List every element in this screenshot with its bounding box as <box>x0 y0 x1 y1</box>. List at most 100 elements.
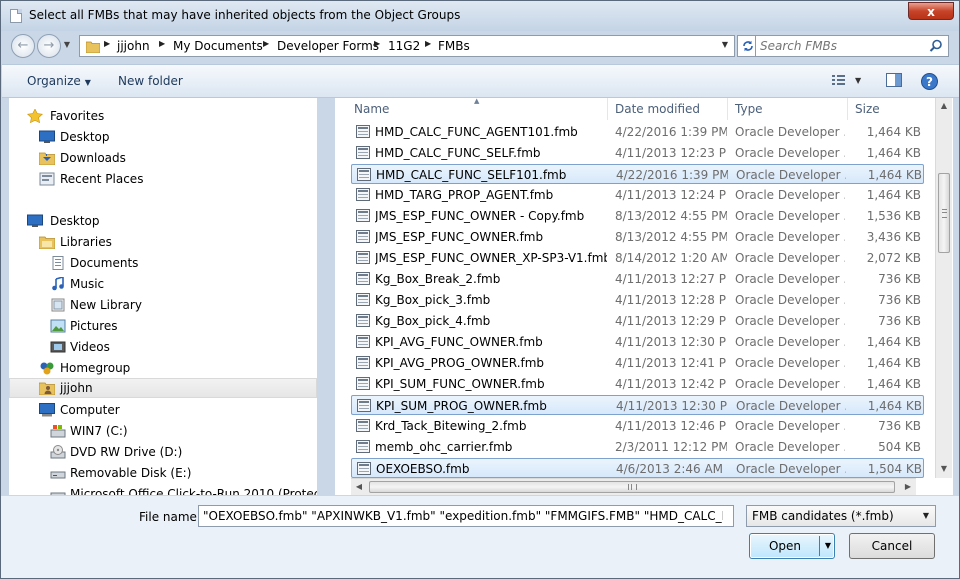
change-view-button[interactable] <box>831 73 847 90</box>
address-bar[interactable]: ▶ jjjohn ▶ My Documents ▶ Developer Form… <box>79 35 735 57</box>
file-row[interactable]: JMS_ESP_FUNC_OWNER.fmb 8/13/2012 4:55 PM O… <box>351 227 924 247</box>
file-type: Oracle Developer ... <box>735 125 845 139</box>
search-box[interactable] <box>755 35 949 57</box>
scroll-up-icon[interactable]: ▲ <box>936 98 952 114</box>
sidebar-item-downloads[interactable]: Downloads <box>9 148 317 168</box>
new-folder-button[interactable]: New folder <box>118 74 183 88</box>
file-row[interactable]: Krd_Tack_Bitewing_2.fmb 4/11/2013 12:46 P… <box>351 416 924 436</box>
sidebar-item-pictures[interactable]: Pictures <box>9 316 317 336</box>
sidebar-item-desktop-favorite[interactable]: Desktop <box>9 127 317 147</box>
back-button[interactable]: ← <box>11 34 35 58</box>
file-row[interactable]: memb_ohc_carrier.fmb 2/3/2011 12:12 PM Ora… <box>351 437 924 457</box>
sidebar-item-recent-places[interactable]: Recent Places <box>9 169 317 189</box>
documents-icon <box>52 256 64 270</box>
view-dropdown-icon[interactable]: ▼ <box>855 76 861 85</box>
search-icon[interactable] <box>929 39 943 53</box>
sidebar-item-label: Pictures <box>70 319 118 333</box>
sidebar-item-documents[interactable]: Documents <box>9 253 317 273</box>
sidebar-item-jjjohn[interactable]: jjjohn <box>9 378 317 398</box>
sidebar-item-favorites[interactable]: Favorites <box>9 106 317 126</box>
title-bar[interactable]: Select all FMBs that may have inherited … <box>1 1 959 31</box>
folder-icon <box>86 41 100 53</box>
cancel-button[interactable]: Cancel <box>849 533 935 559</box>
open-split-divider <box>819 536 820 556</box>
column-header-name[interactable]: Name <box>354 102 389 116</box>
file-date-modified: 4/11/2013 12:30 PM <box>616 399 728 413</box>
sidebar-item-label: Removable Disk (E:) <box>70 466 192 480</box>
breadcrumb-11g2[interactable]: 11G2 <box>388 39 420 53</box>
sidebar-item-computer[interactable]: Computer <box>9 400 317 420</box>
open-options-dropdown-icon[interactable]: ▼ <box>825 534 831 558</box>
preview-pane-icon <box>886 73 902 87</box>
file-list-scrollbar[interactable]: ▲ ▼ <box>935 98 952 478</box>
file-row[interactable]: HMD_CALC_FUNC_SELF.fmb 4/11/2013 12:23 PM… <box>351 143 924 163</box>
scroll-down-icon[interactable]: ▼ <box>936 461 952 477</box>
breadcrumb-developer-forms[interactable]: Developer Forms <box>277 39 379 53</box>
file-type-filter[interactable]: FMB candidates (*.fmb) ▼ <box>746 505 936 527</box>
breadcrumb-arrow-icon[interactable]: ▶ <box>104 39 110 48</box>
breadcrumb-arrow-icon[interactable]: ▶ <box>159 39 165 48</box>
sidebar-item-win7-drive[interactable]: WIN7 (C:) <box>9 421 317 441</box>
breadcrumb-arrow-icon[interactable]: ▶ <box>374 39 380 48</box>
file-row[interactable]: Kg_Box_pick_3.fmb 4/11/2013 12:28 PM Oracl… <box>351 290 924 310</box>
sidebar-item-desktop[interactable]: Desktop <box>9 211 317 231</box>
file-name: OEXOEBSO.fmb <box>376 462 470 476</box>
file-row[interactable]: KPI_AVG_PROG_OWNER.fmb 4/11/2013 12:41 PM… <box>351 353 924 373</box>
close-button[interactable]: x <box>908 2 954 20</box>
breadcrumb-arrow-icon[interactable]: ▶ <box>425 39 431 48</box>
file-date-modified: 4/11/2013 12:46 PM <box>615 419 727 433</box>
column-header-date-modified[interactable]: Date modified <box>615 102 700 116</box>
file-list-horizontal-scrollbar[interactable]: ◀ ▶ <box>351 478 916 495</box>
file-row[interactable]: HMD_TARG_PROP_AGENT.fmb 4/11/2013 12:24 P… <box>351 185 924 205</box>
recent-locations-dropdown[interactable]: ▼ <box>62 40 72 50</box>
file-row[interactable]: OEXOEBSO.fmb 4/6/2013 2:46 AM Oracle Devel… <box>351 458 924 478</box>
file-date-modified: 4/11/2013 12:28 PM <box>615 293 727 307</box>
forward-button[interactable]: → <box>37 34 61 58</box>
dialog-title: Select all FMBs that may have inherited … <box>29 8 461 22</box>
file-row[interactable]: HMD_CALC_FUNC_AGENT101.fmb 4/22/2016 1:39… <box>351 122 924 142</box>
file-row[interactable]: JMS_ESP_FUNC_OWNER - Copy.fmb 8/13/2012 4… <box>351 206 924 226</box>
file-row[interactable]: HMD_CALC_FUNC_SELF101.fmb 4/22/2016 1:39 … <box>351 164 924 184</box>
help-button[interactable]: ? <box>921 73 938 93</box>
breadcrumb-my-documents[interactable]: My Documents <box>173 39 263 53</box>
search-input[interactable] <box>760 38 920 54</box>
music-icon <box>52 277 64 291</box>
file-row[interactable]: Kg_Box_Break_2.fmb 4/11/2013 12:27 PM Orac… <box>351 269 924 289</box>
column-header-size[interactable]: Size <box>855 102 880 116</box>
file-list-scroll-thumb[interactable] <box>938 173 950 253</box>
file-row[interactable]: Kg_Box_pick_4.fmb 4/11/2013 12:29 PM Oracl… <box>351 311 924 331</box>
sidebar-item-videos[interactable]: Videos <box>9 337 317 357</box>
star-icon <box>27 109 43 123</box>
address-dropdown-icon[interactable]: ▼ <box>722 40 728 49</box>
sidebar-item-homegroup[interactable]: Homegroup <box>9 358 317 378</box>
file-row[interactable]: KPI_SUM_FUNC_OWNER.fmb 4/11/2013 12:42 PM… <box>351 374 924 394</box>
sidebar-item-libraries[interactable]: Libraries <box>9 232 317 252</box>
scroll-right-icon[interactable]: ▶ <box>900 479 916 495</box>
file-type: Oracle Developer ... <box>735 314 845 328</box>
sidebar-item-office-click-to-run[interactable]: Microsoft Office Click-to-Run 2010 (Prot… <box>9 484 317 495</box>
sidebar-item-new-library[interactable]: New Library <box>9 295 317 315</box>
breadcrumb-jjjohn[interactable]: jjjohn <box>117 39 150 53</box>
breadcrumb-arrow-icon[interactable]: ▶ <box>263 39 269 48</box>
file-row[interactable]: KPI_SUM_PROG_OWNER.fmb 4/11/2013 12:30 PM… <box>351 395 924 415</box>
file-name: JMS_ESP_FUNC_OWNER.fmb <box>375 230 544 244</box>
open-button[interactable]: Open ▼ <box>749 533 835 559</box>
file-name: Krd_Tack_Bitewing_2.fmb <box>375 419 527 433</box>
sidebar-item-dvd-drive[interactable]: DVD RW Drive (D:) <box>9 442 317 462</box>
open-button-label: Open <box>768 539 802 553</box>
file-name-field[interactable] <box>198 505 734 527</box>
file-row[interactable]: JMS_ESP_FUNC_OWNER_XP-SP3-V1.fmb 8/14/201… <box>351 248 924 268</box>
file-name-input[interactable] <box>203 508 723 524</box>
scroll-left-icon[interactable]: ◀ <box>351 479 367 495</box>
breadcrumb-fmbs[interactable]: FMBs <box>438 39 470 53</box>
preview-pane-button[interactable] <box>886 73 902 90</box>
column-header-type[interactable]: Type <box>735 102 763 116</box>
sidebar-item-music[interactable]: Music <box>9 274 317 294</box>
organize-menu[interactable]: Organize ▼ <box>27 74 91 88</box>
sidebar-item-label: Favorites <box>50 109 105 123</box>
file-row[interactable]: KPI_AVG_FUNC_OWNER.fmb 4/11/2013 12:30 PM… <box>351 332 924 352</box>
file-open-dialog: Select all FMBs that may have inherited … <box>0 0 960 579</box>
sidebar-item-removable-disk[interactable]: Removable Disk (E:) <box>9 463 317 483</box>
horizontal-scroll-thumb[interactable] <box>369 481 895 493</box>
file-name: HMD_CALC_FUNC_SELF.fmb <box>375 146 541 160</box>
